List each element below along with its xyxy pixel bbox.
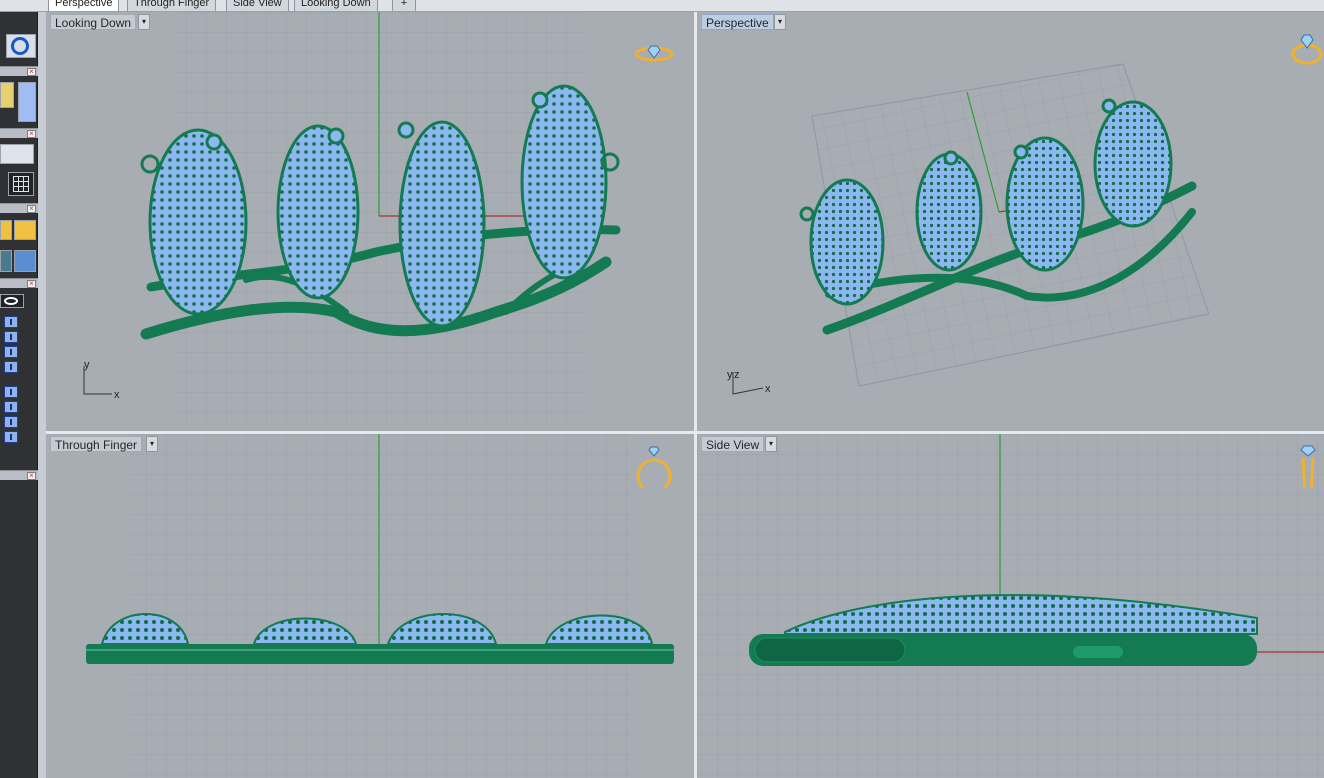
viewport-splitter-vertical[interactable] — [694, 12, 697, 778]
bird-eye — [1101, 98, 1117, 114]
bird-1 — [148, 128, 248, 316]
bird-4 — [520, 84, 608, 280]
dropdown-arrow-icon[interactable]: ▾ — [146, 436, 158, 452]
viewport-title[interactable]: Perspective — [701, 14, 774, 30]
toolbar-separator: × — [0, 203, 38, 213]
layer-button-5[interactable] — [4, 386, 18, 398]
grid-icon — [13, 176, 29, 192]
close-icon[interactable]: × — [27, 130, 36, 138]
viewport-title[interactable]: Looking Down — [50, 14, 137, 30]
viewport-canvas — [697, 434, 1324, 778]
pave-tool-button[interactable] — [14, 250, 36, 272]
dropdown-arrow-icon[interactable]: ▾ — [765, 436, 777, 452]
axis-y-label: y — [727, 369, 733, 381]
viewport-title[interactable]: Through Finger — [50, 436, 143, 452]
tab-looking-down[interactable]: Looking Down — [294, 0, 378, 11]
ring-view-icon — [1300, 445, 1316, 488]
rhino-workspace: × × × × × Perspective Through Finger Sid… — [0, 0, 1324, 778]
tab-side-view[interactable]: Side View — [226, 0, 289, 11]
plus-icon: + — [400, 0, 408, 9]
blue-tool-button[interactable] — [18, 82, 36, 122]
gem-setting-button[interactable] — [14, 220, 36, 240]
viewport-perspective[interactable]: y z x Perspective ▾ — [697, 12, 1324, 431]
viewport-canvas: y x — [83, 12, 621, 422]
eye-icon — [4, 297, 18, 305]
axis-y-label: y — [84, 359, 90, 371]
viewport-title[interactable]: Side View — [701, 436, 765, 452]
bird-2 — [276, 124, 360, 300]
jump-ring-profile — [1073, 646, 1123, 658]
bird-4 — [1093, 100, 1173, 228]
bird-eye — [397, 121, 415, 139]
toolbar-separator: × — [0, 128, 38, 138]
layer-button-8[interactable] — [4, 431, 18, 443]
axis-x-label: x — [765, 383, 771, 395]
tab-through-finger[interactable]: Through Finger — [127, 0, 217, 11]
axis-x-label: x — [114, 389, 120, 401]
bird-2 — [915, 152, 983, 272]
bird-eye — [327, 127, 345, 145]
viewport-splitter-horizontal[interactable] — [46, 431, 1324, 434]
circle-icon — [11, 37, 29, 55]
close-icon[interactable]: × — [27, 280, 36, 288]
prong-tool-button[interactable] — [0, 250, 12, 272]
viewport-through-finger[interactable]: Through Finger ▾ — [46, 434, 694, 778]
viewport-canvas — [86, 434, 674, 778]
close-icon[interactable]: × — [27, 472, 36, 480]
viewport-looking-down[interactable]: y x Looking Down ▾ — [46, 12, 694, 431]
ring-view-icon — [1291, 34, 1323, 65]
add-tab-button[interactable]: + — [392, 0, 416, 11]
close-icon[interactable]: × — [27, 68, 36, 76]
bird-3 — [398, 120, 486, 328]
bird-eye — [531, 91, 549, 109]
gem-tool-button[interactable] — [0, 220, 12, 240]
branch-end — [754, 637, 906, 663]
jump-ring-left — [140, 154, 160, 174]
layer-button-4[interactable] — [4, 361, 18, 373]
dropdown-arrow-icon[interactable]: ▾ — [774, 14, 786, 30]
layer-button-2[interactable] — [4, 331, 18, 343]
ring-view-icon — [636, 446, 672, 488]
toolbar-separator: × — [0, 470, 38, 480]
ring-view-icon — [634, 45, 674, 62]
viewport-side-view[interactable]: Side View ▾ — [697, 434, 1324, 778]
dropdown-arrow-icon[interactable]: ▾ — [138, 14, 150, 30]
viewport-canvas: y z x — [727, 63, 1210, 395]
bird-eye — [943, 150, 959, 166]
toolbar-separator: × — [0, 66, 38, 76]
bird-eye — [1013, 144, 1029, 160]
toolbar-separator: × — [0, 278, 38, 288]
bird-1 — [809, 178, 885, 306]
bird-eye — [205, 133, 223, 151]
layer-button-7[interactable] — [4, 416, 18, 428]
tab-perspective[interactable]: Perspective — [48, 0, 120, 11]
view-tool-button[interactable] — [0, 144, 34, 164]
layer-button-6[interactable] — [4, 401, 18, 413]
construction-grid — [130, 434, 630, 778]
layer-button-3[interactable] — [4, 346, 18, 358]
left-toolbar: × × × × × — [0, 0, 38, 778]
branch-profile — [86, 644, 674, 664]
layer-button-1[interactable] — [4, 316, 18, 328]
jump-ring-left — [799, 206, 815, 222]
close-icon[interactable]: × — [27, 205, 36, 213]
ring-tool-button[interactable] — [0, 82, 14, 108]
axis-z-label: z — [734, 369, 740, 381]
viewport-tab-bar: Perspective Through Finger Side View Loo… — [0, 0, 1324, 12]
